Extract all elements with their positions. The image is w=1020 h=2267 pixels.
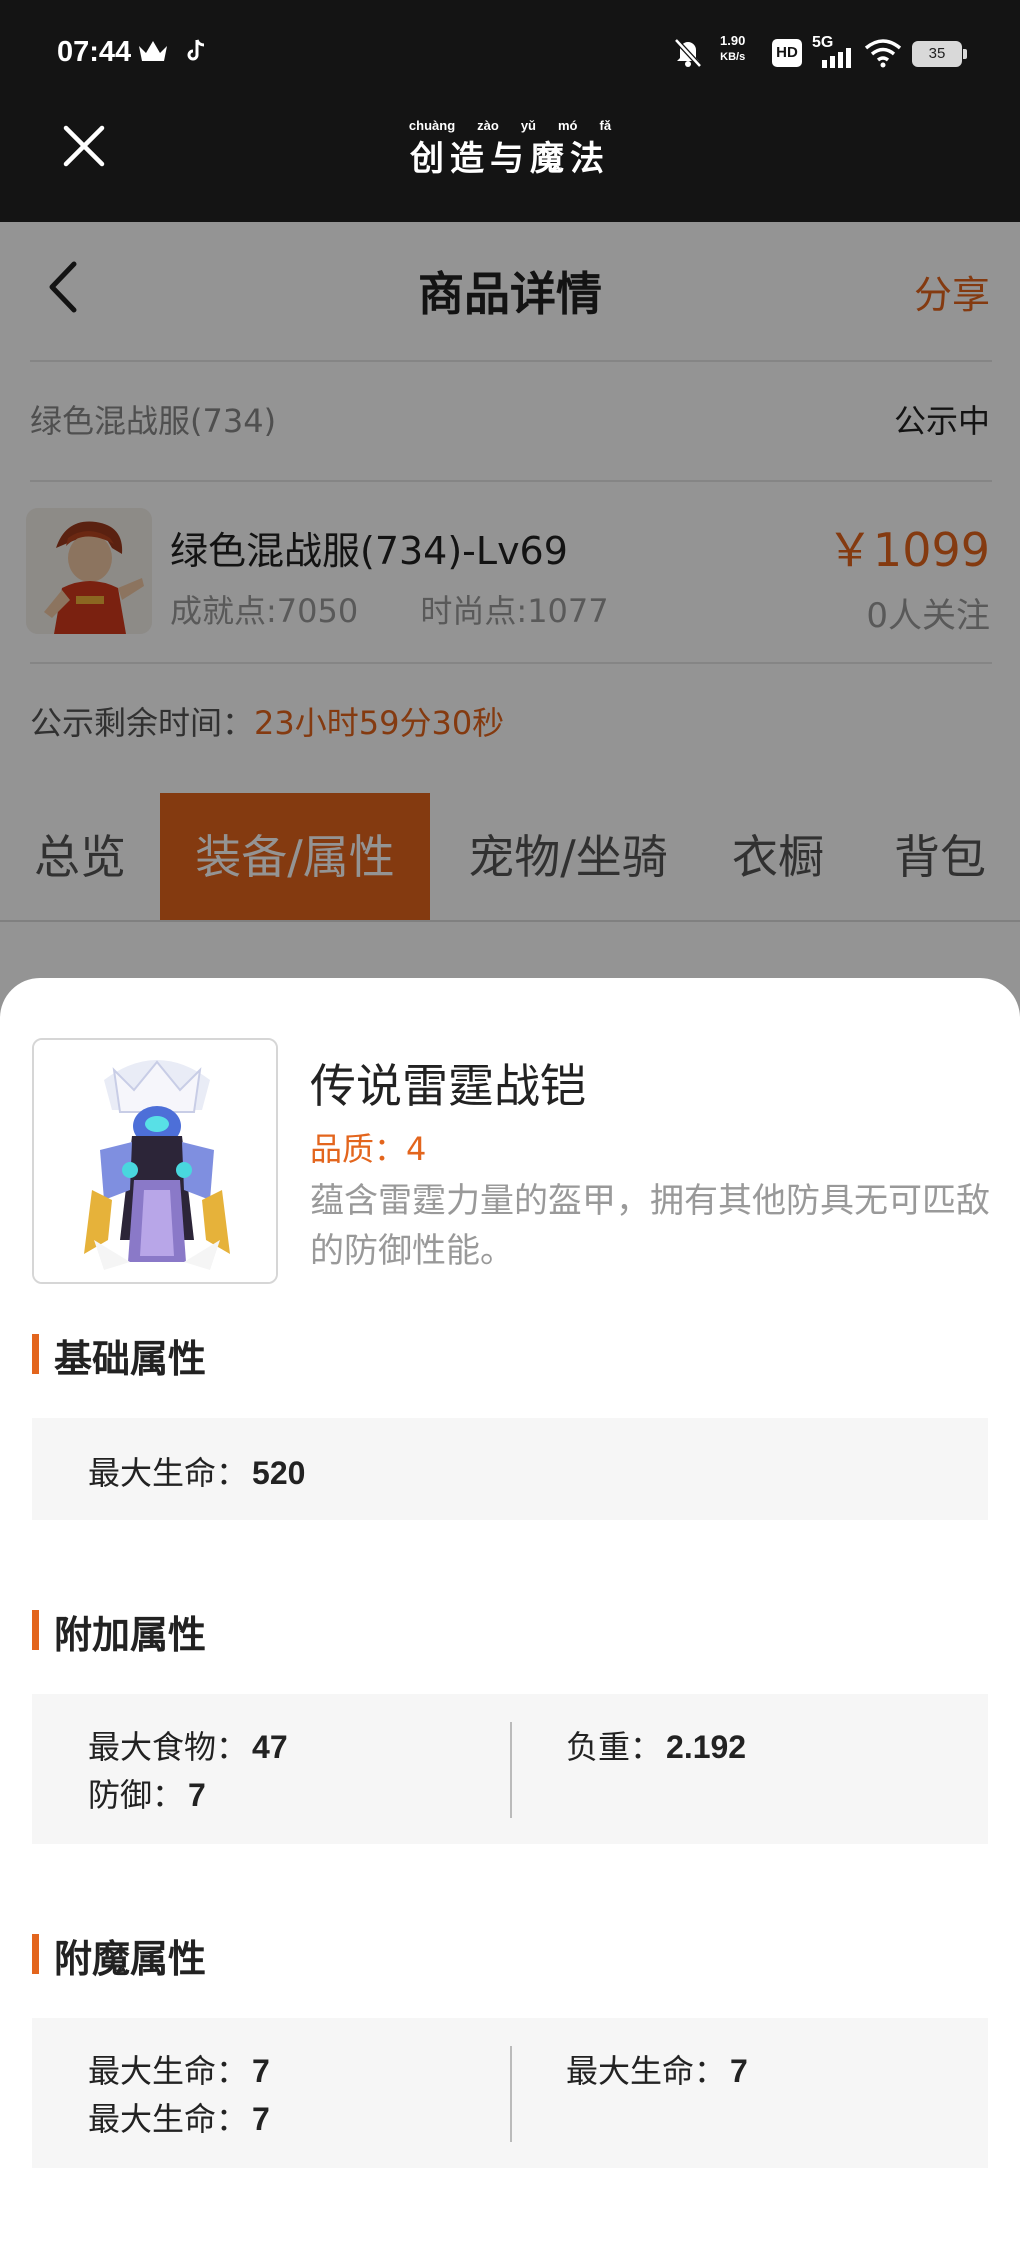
- attr-row: 最大生命： 7: [88, 2100, 270, 2138]
- equipment-description: 蕴含雷霆力量的盔甲，拥有其他防具无可匹敌的防御性能。: [310, 1181, 990, 1271]
- app-title-text: 创造与魔法: [410, 139, 610, 179]
- tiktok-icon: [187, 39, 205, 61]
- battery-cap: [963, 49, 967, 59]
- close-icon[interactable]: [60, 122, 108, 170]
- wifi-icon: [864, 39, 902, 68]
- equipment-image: [32, 1038, 278, 1284]
- attr-row: 最大生命： 7: [88, 2052, 270, 2090]
- signal-icon: 5G: [812, 34, 856, 70]
- equipment-quality: 品质：4: [310, 1130, 427, 1168]
- section-title-enchant: 附魔属性: [32, 1928, 206, 1983]
- app-title: chuàng zào yǔ mó fǎ 创造与魔法: [390, 118, 630, 180]
- attr-row: 防御： 7: [88, 1776, 206, 1814]
- net-speed: 1.90 KB/s: [720, 33, 746, 63]
- attr-row: 最大食物： 47: [88, 1728, 288, 1766]
- equipment-detail-sheet: 传说雷霆战铠 品质：4 蕴含雷霆力量的盔甲，拥有其他防具无可匹敌的防御性能。 基…: [0, 978, 1020, 2267]
- section-marker: [32, 1610, 39, 1650]
- section-title-basic: 基础属性: [32, 1328, 206, 1383]
- attr-divider: [510, 1722, 512, 1818]
- status-bar: 07:44 1.90 KB/s HD 5G 35: [0, 0, 1020, 110]
- attr-row: 最大生命： 520: [88, 1454, 306, 1492]
- status-time: 07:44: [57, 36, 132, 68]
- extra-attributes-box: 最大食物： 47 防御： 7 负重： 2.192: [32, 1694, 988, 1844]
- bell-mute-icon: [674, 38, 702, 68]
- basic-attributes-box: 最大生命： 520: [32, 1418, 988, 1520]
- section-marker: [32, 1334, 39, 1374]
- equipment-name: 传说雷霆战铠: [310, 1059, 586, 1113]
- hd-icon: HD: [772, 39, 802, 67]
- attr-row: 最大生命： 7: [566, 2052, 748, 2090]
- enchant-attributes-box: 最大生命： 7 最大生命： 7 最大生命： 7: [32, 2018, 988, 2168]
- attr-row: 负重： 2.192: [566, 1728, 747, 1766]
- section-marker: [32, 1934, 39, 1974]
- section-title-extra: 附加属性: [32, 1604, 206, 1659]
- battery-icon: 35: [912, 41, 962, 67]
- crown-icon: [139, 41, 167, 61]
- attr-divider: [510, 2046, 512, 2142]
